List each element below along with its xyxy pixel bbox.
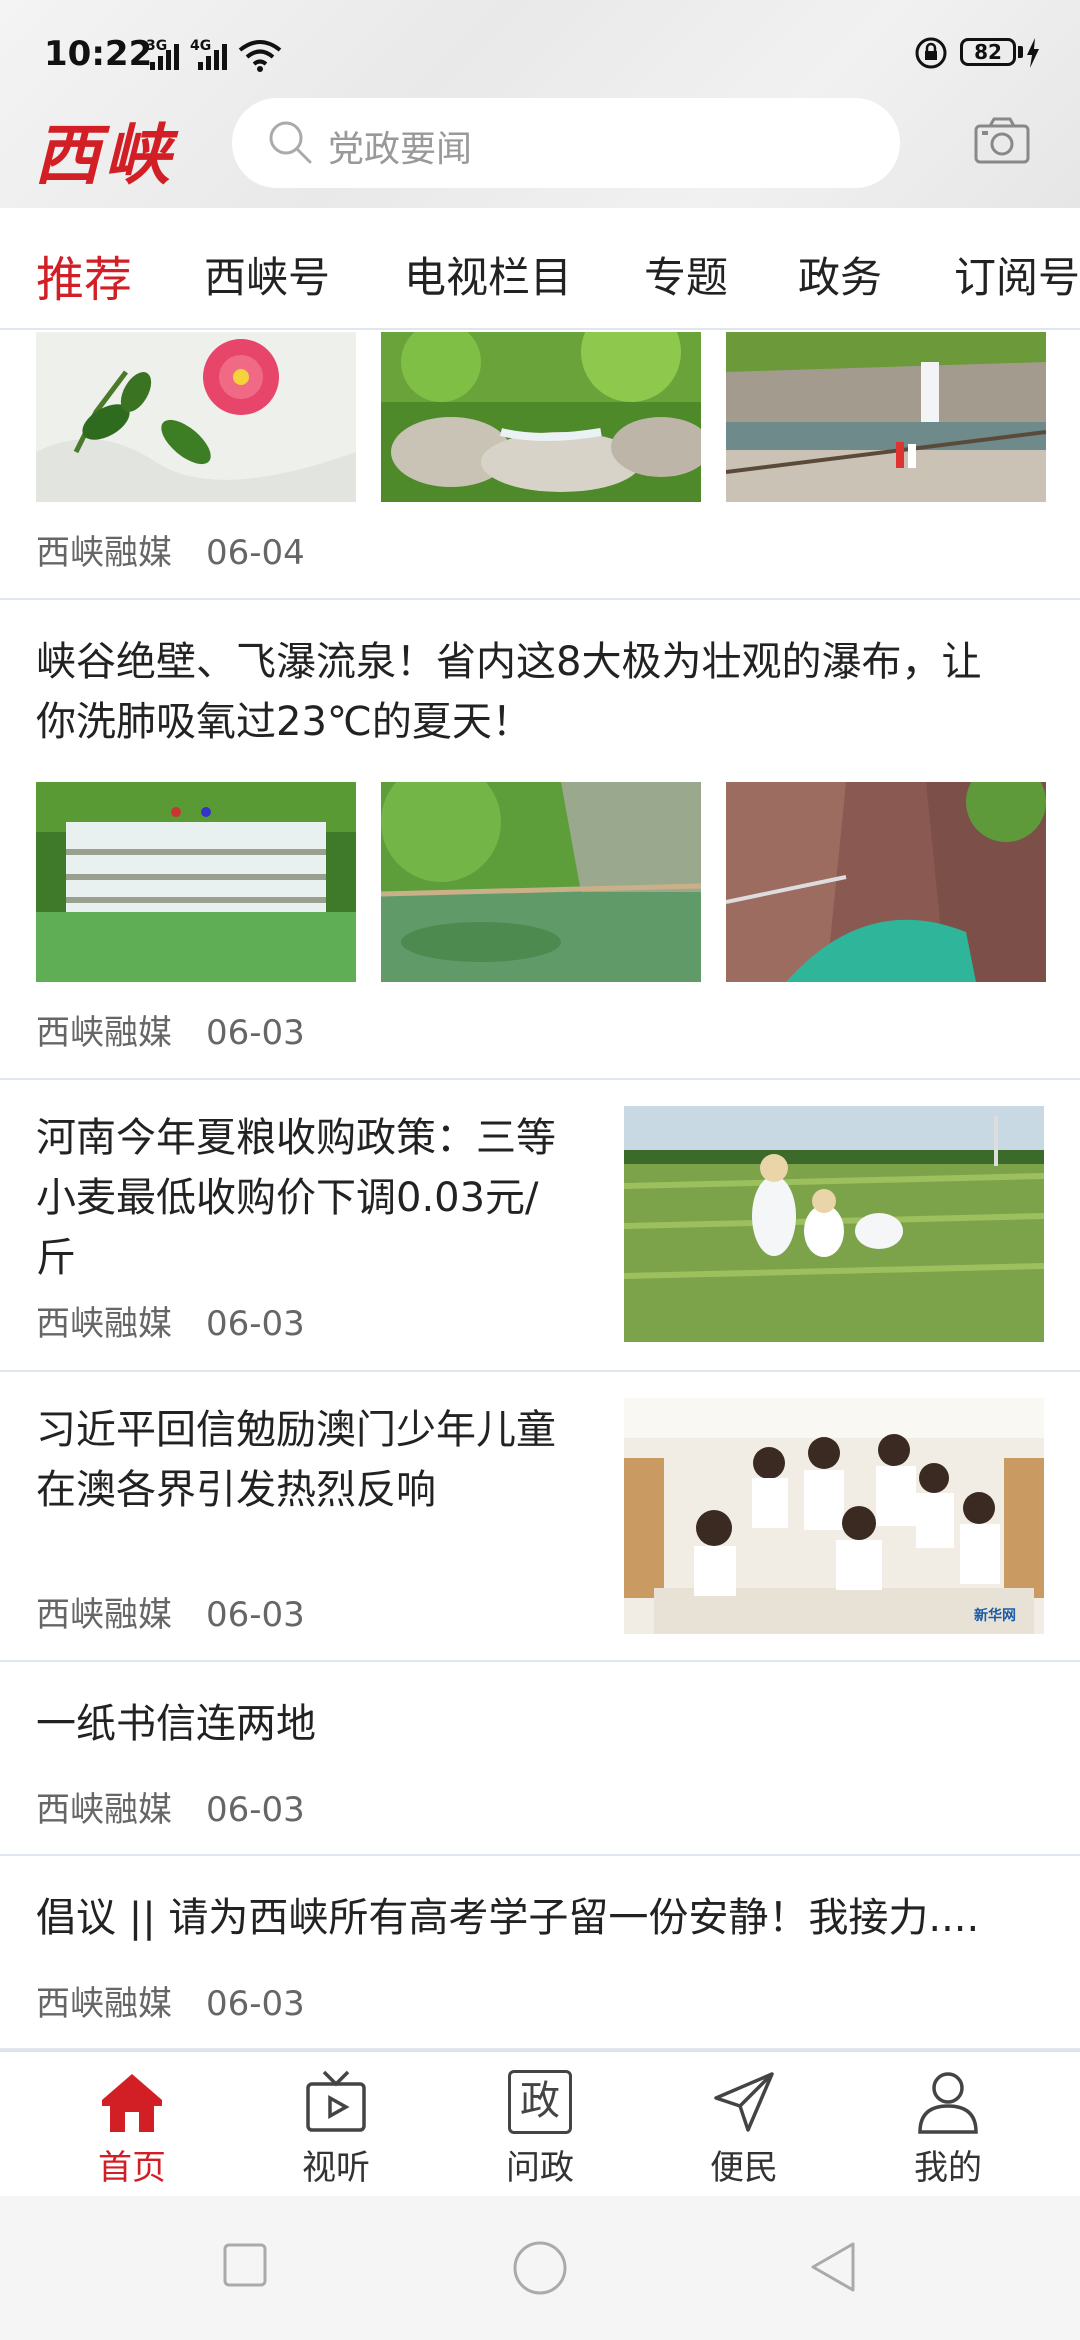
divider [0,598,1080,600]
tab-government[interactable]: 政务 [798,244,882,305]
tv-icon [306,2070,366,2132]
item-source: 西峡融媒 [36,533,172,573]
item-title-line: 斤 [36,1235,76,1281]
item-title: 习近平回信勉励澳门少年儿童 在澳各界引发热烈反响 [36,1400,596,1520]
item-title-line: 习近平回信勉励澳门少年儿童 [36,1407,556,1453]
item-date: 06-03 [206,1013,305,1053]
tab-topics[interactable]: 专题 [644,244,728,305]
item-title: 倡议 || 请为西峡所有高考学子留一份安静！我接力.... [36,1888,1046,1948]
user-icon [918,2072,978,2134]
item-date: 06-04 [206,533,305,573]
nav-profile[interactable]: 我的 [840,2052,1056,2198]
nav-ask-government-label: 问政 [506,2148,574,2188]
wifi-icon [238,40,282,72]
item-title-line: 一纸书信连两地 [36,1701,316,1747]
item-title-line: 在澳各界引发热烈反响 [36,1467,436,1513]
top-area: 10:22 3G 4G 82 西峡 党政要闻 [0,0,1080,208]
item-date: 06-03 [206,1790,305,1830]
search-placeholder: 党政要闻 [328,129,473,170]
signal-icon-2 [194,40,228,70]
home-circle-icon[interactable] [512,2240,568,2296]
item-source: 西峡融媒 [36,1984,172,2024]
item-title-line: 倡议 || 请为西峡所有高考学子留一份安静！我接力.... [36,1895,980,1941]
recent-apps-icon[interactable] [222,2242,268,2288]
item-date: 06-03 [206,1304,305,1344]
battery-icon: 82 [960,38,1016,66]
cascade-waterfall-image [36,782,356,982]
rotation-lock-icon [915,37,947,69]
item-title: 河南今年夏粮收购政策：三等 小麦最低收购价下调0.03元/ 斤 [36,1108,596,1288]
tab-tv-programs[interactable]: 电视栏目 [404,244,572,305]
battery-level: 82 [974,40,1002,64]
item-meta: 西峡融媒 06-04 [36,525,305,574]
image-watermark: 新华网 [974,1607,1016,1623]
bottom-navigation: 首页 视听 政 问政 便民 我的 [0,2050,1080,2196]
item-source: 西峡融媒 [36,1304,172,1344]
search-icon [269,121,312,164]
nav-home[interactable]: 首页 [24,2052,240,2198]
category-tabs: 推荐 西峡号 电视栏目 专题 政务 订阅号 [0,208,1080,330]
nav-convenience[interactable]: 便民 [636,2052,852,2198]
nav-home-label: 首页 [98,2148,166,2188]
item-meta: 西峡融媒 06-03 [36,1976,305,2025]
send-icon [714,2072,774,2132]
status-bar: 10:22 3G 4G 82 [0,0,1080,100]
divider [0,1370,1080,1372]
tab-subscriptions[interactable]: 订阅号 [954,244,1080,305]
news-feed[interactable]: 西峡融媒 06-04 峡谷绝壁、飞瀑流泉！省内这8大极为壮观的瀑布，让 你洗肺吸氧… [0,330,1080,2050]
nav-convenience-label: 便民 [710,2148,778,2188]
image-row [36,332,1046,502]
item-title-line: 峡谷绝壁、飞瀑流泉！省内这8大极为壮观的瀑布，让 [36,639,982,685]
battery-tip [1018,46,1023,58]
home-icon [102,2074,162,2132]
divider [0,1854,1080,1856]
wheat-field-image [624,1106,1044,1342]
nav-ask-government[interactable]: 政 问政 [432,2052,648,2198]
item-title-line: 河南今年夏粮收购政策：三等 [36,1115,556,1161]
camera-icon[interactable] [974,116,1030,164]
item-meta: 西峡融媒 06-03 [36,1587,305,1636]
item-title-line: 小麦最低收购价下调0.03元/ [36,1175,539,1221]
gorge-lake-image [381,782,701,982]
zheng-icon-glyph: 政 [520,2078,560,2124]
tab-recommend[interactable]: 推荐 [36,240,132,310]
nav-audio-video[interactable]: 视听 [228,2052,444,2198]
tab-xixia-hao[interactable]: 西峡号 [204,244,330,305]
children-library-image: 新华网 [624,1398,1044,1634]
item-meta: 西峡融媒 06-03 [36,1005,305,1054]
item-meta: 西峡融媒 06-03 [36,1296,305,1345]
nav-audio-video-label: 视听 [302,2148,370,2188]
search-input[interactable]: 党政要闻 [232,98,900,188]
app-logo[interactable]: 西峡 [34,102,174,198]
item-source: 西峡融媒 [36,1595,172,1635]
zheng-icon: 政 [508,2070,572,2134]
waterfall-pool-image [726,332,1046,502]
system-navigation-bar [0,2196,1080,2340]
nav-profile-label: 我的 [914,2148,982,2188]
item-meta: 西峡融媒 06-03 [36,1782,305,1831]
divider [0,1078,1080,1080]
back-icon[interactable] [808,2240,858,2294]
item-date: 06-03 [206,1595,305,1635]
charging-icon [1027,38,1039,68]
item-source: 西峡融媒 [36,1013,172,1053]
app-header: 西峡 党政要闻 [0,98,1080,208]
rocky-stream-image [381,332,701,502]
status-time: 10:22 [44,34,153,74]
item-title: 一纸书信连两地 [36,1694,316,1754]
item-date: 06-03 [206,1984,305,2024]
signal-icon-1 [146,40,180,70]
item-source: 西峡融媒 [36,1790,172,1830]
camellia-image [36,332,356,502]
item-title: 峡谷绝壁、飞瀑流泉！省内这8大极为壮观的瀑布，让 你洗肺吸氧过23℃的夏天！ [36,632,981,752]
item-title-line: 你洗肺吸氧过23℃的夏天！ [36,699,532,745]
canyon-green-river-image [726,782,1046,982]
divider [0,1660,1080,1662]
image-row [36,782,1046,982]
